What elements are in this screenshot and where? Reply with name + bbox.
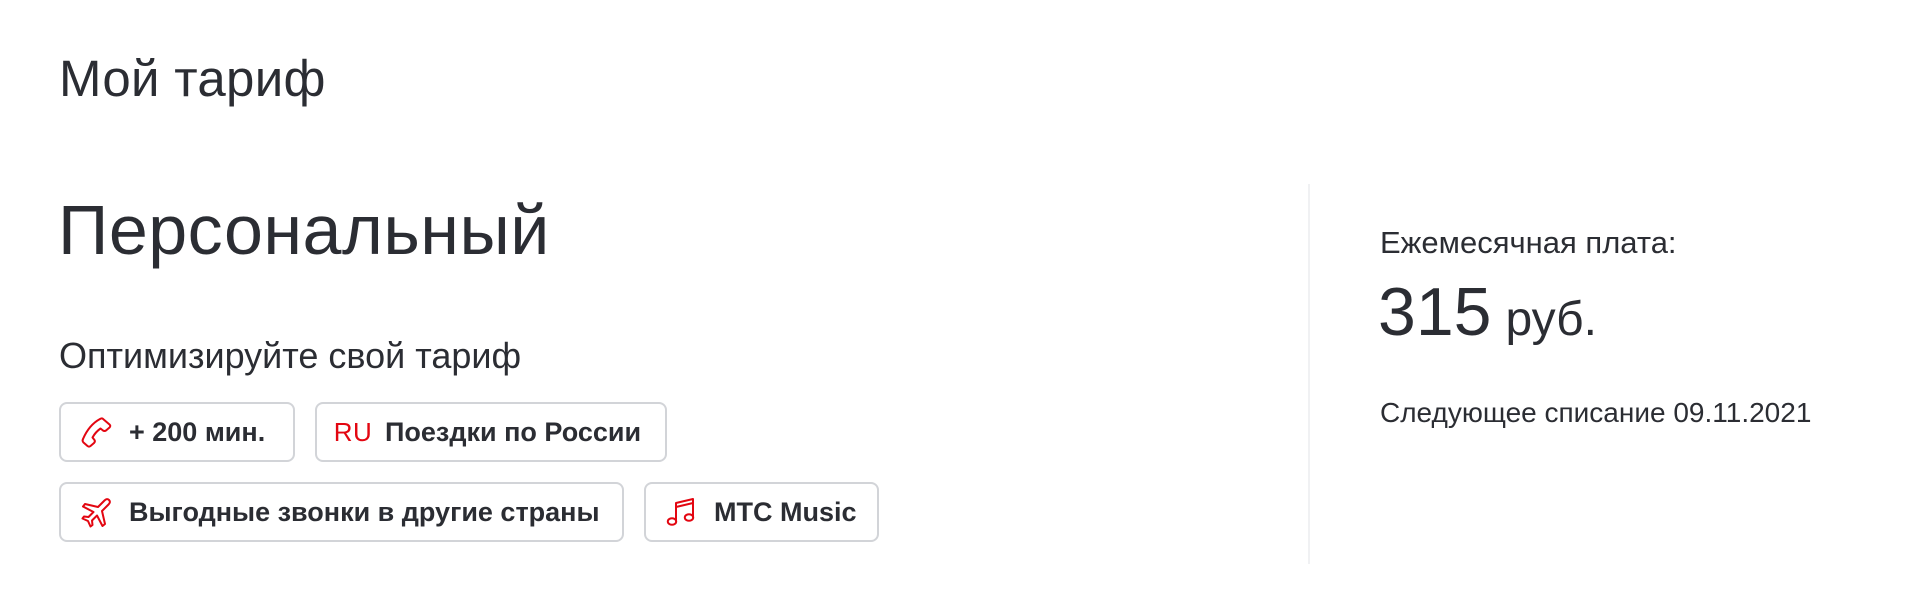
ru-icon: RU	[333, 412, 373, 452]
ru-icon-text: RU	[333, 417, 373, 447]
option-label: МТС Music	[714, 497, 857, 527]
tariff-name: Персональный	[58, 191, 550, 269]
option-chip-russia-trips[interactable]: RU Поездки по России	[315, 402, 667, 462]
option-chip-minutes[interactable]: + 200 мин.	[59, 402, 295, 462]
option-chip-international-calls[interactable]: Выгодные звонки в другие страны	[59, 482, 624, 542]
monthly-fee-value: 315 руб.	[1378, 272, 1597, 360]
monthly-fee-label: Ежемесячная плата:	[1380, 225, 1677, 260]
next-charge-text: Следующее списание 09.11.2021	[1380, 397, 1812, 428]
airplane-icon	[77, 492, 117, 532]
monthly-fee-currency: руб.	[1505, 293, 1597, 346]
vertical-divider	[1308, 184, 1310, 564]
optimize-label: Оптимизируйте свой тариф	[59, 335, 522, 376]
music-note-icon	[662, 492, 702, 532]
option-label: Поездки по России	[385, 417, 642, 447]
monthly-fee-amount: 315	[1378, 274, 1492, 350]
option-chip-mts-music[interactable]: МТС Music	[644, 482, 879, 542]
option-label: + 200 мин.	[129, 417, 266, 447]
phone-icon	[77, 412, 117, 452]
option-label: Выгодные звонки в другие страны	[129, 497, 600, 527]
section-title: Мой тариф	[59, 50, 326, 107]
tariff-card: Мой тариф Персональный Оптимизируйте сво…	[0, 0, 1920, 600]
